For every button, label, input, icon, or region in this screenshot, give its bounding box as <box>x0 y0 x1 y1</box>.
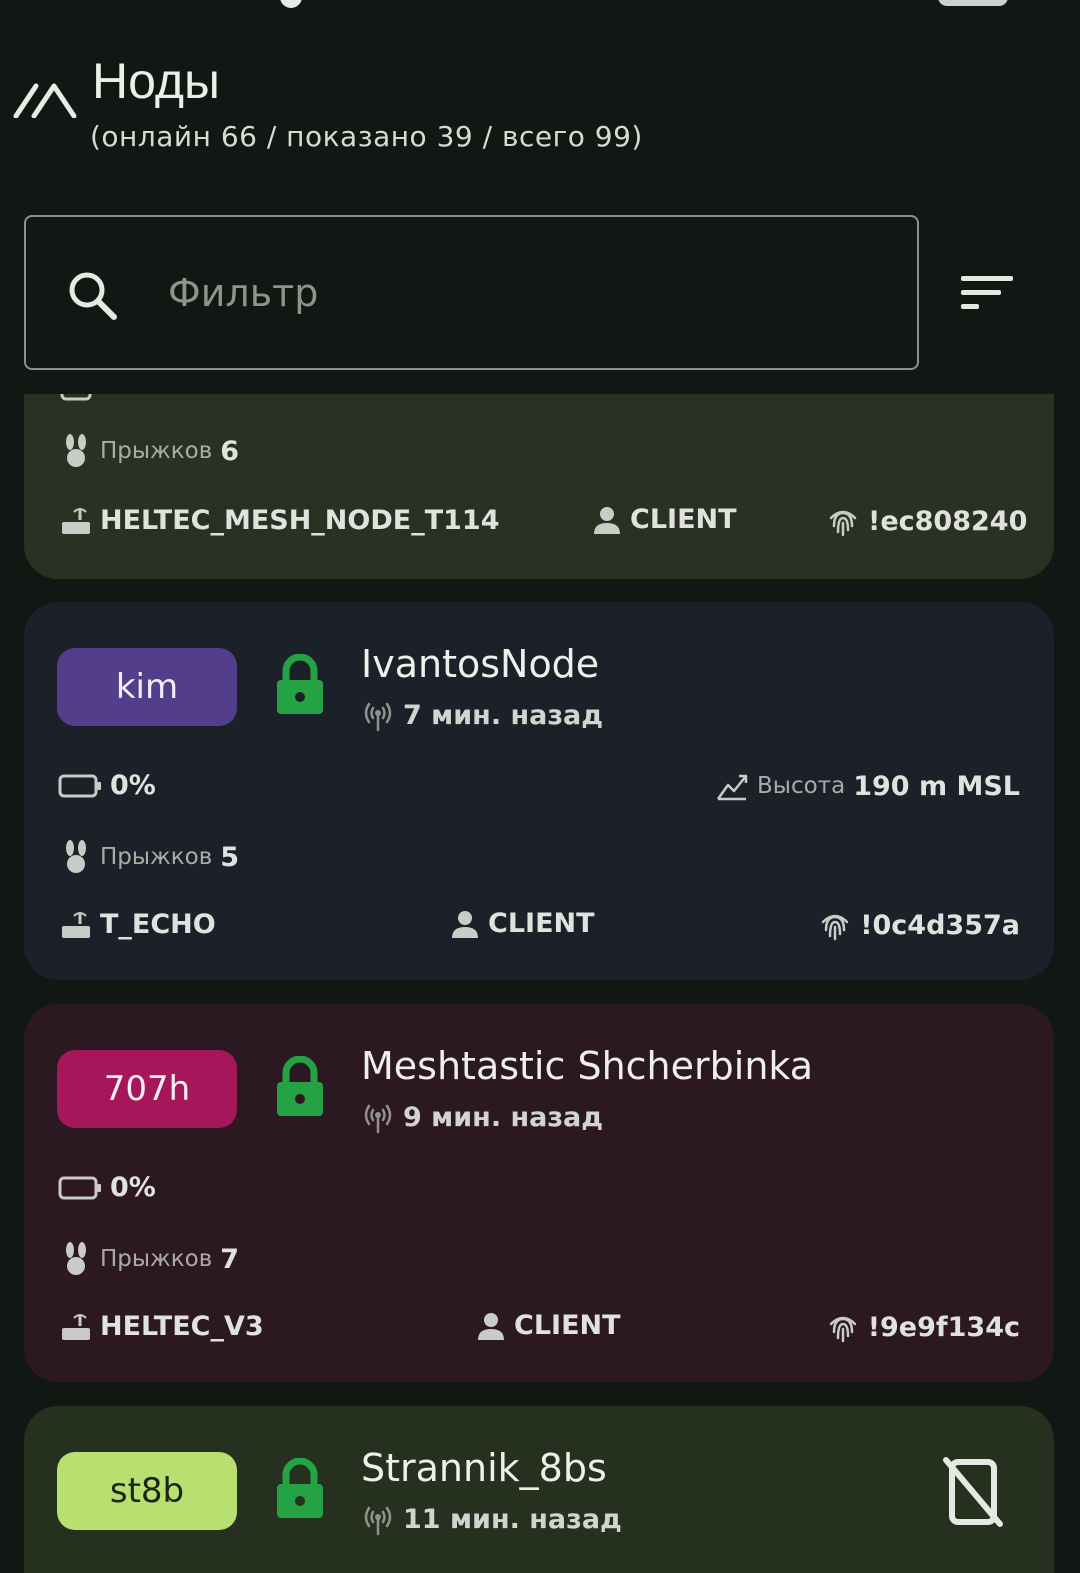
last-heard-text: 11 мин. назад <box>403 1503 622 1535</box>
battery-row <box>60 394 96 402</box>
node-long-name: IvantosNode <box>361 642 600 686</box>
last-heard: 11 мин. назад <box>361 1502 622 1536</box>
filter-input[interactable] <box>168 257 868 329</box>
role-row: CLIENT <box>450 908 595 939</box>
router-icon <box>62 912 90 938</box>
altitude-value: 190 m MSL <box>853 770 1020 802</box>
hardware-row: T_ECHO <box>60 908 216 940</box>
role-row: CLIENT <box>592 504 737 535</box>
lock-icon <box>277 1056 323 1116</box>
node-long-name: Meshtastic Shcherbinka <box>361 1044 814 1088</box>
fingerprint-icon <box>829 1316 856 1343</box>
rabbit-icon <box>66 434 86 467</box>
hops-value: 5 <box>220 841 240 873</box>
hops-label: Прыжков <box>100 844 213 870</box>
node-card[interactable]: st8b Strannik_8bs 11 мин. назад <box>24 1406 1054 1573</box>
person-icon <box>452 910 478 938</box>
battery-status-icon <box>938 0 1008 6</box>
node-long-name: Strannik_8bs <box>361 1446 607 1490</box>
meshtastic-logo-icon <box>13 83 77 118</box>
battery-icon <box>58 1176 101 1199</box>
hops-value: 7 <box>220 1243 240 1275</box>
altitude-label: Высота <box>757 773 846 799</box>
hops-value: 6 <box>220 435 240 467</box>
short-name-chip[interactable]: kim <box>57 648 237 726</box>
node-id: !9e9f134c <box>867 1311 1020 1343</box>
altitude-icon <box>717 774 748 801</box>
battery-value: 0% <box>110 1172 156 1203</box>
hardware-row: HELTEC_MESH_NODE_T114 <box>60 504 500 536</box>
rabbit-icon <box>66 1242 86 1275</box>
hardware-model: T_ECHO <box>100 908 216 940</box>
node-id: !ec808240 <box>868 505 1028 537</box>
role-value: CLIENT <box>514 1310 621 1341</box>
nodes-screen: Ноды (онлайн 66 / показано 39 / всего 99… <box>0 0 1080 1573</box>
node-card[interactable]: 707h Meshtastic Shcherbinka 9 мин. назад <box>24 1004 1054 1382</box>
short-name-chip[interactable]: 707h <box>57 1050 237 1128</box>
page-title: Ноды <box>92 53 220 109</box>
antenna-icon <box>364 702 392 732</box>
hops-row: Прыжков 6 <box>60 434 239 468</box>
short-name-chip[interactable]: st8b <box>57 1452 237 1530</box>
hardware-model: HELTEC_V3 <box>100 1310 264 1342</box>
battery-icon <box>60 394 92 401</box>
id-row: !ec808240 <box>826 504 1027 538</box>
battery-value: 0% <box>110 770 156 801</box>
id-row: !0c4d357a <box>818 908 1020 942</box>
last-heard-text: 9 мин. назад <box>403 1101 604 1133</box>
role-row: CLIENT <box>476 1310 621 1341</box>
header: Ноды (онлайн 66 / показано 39 / всего 99… <box>0 48 1080 168</box>
router-icon <box>62 1314 90 1340</box>
last-heard: 9 мин. назад <box>361 1100 603 1134</box>
role-value: CLIENT <box>488 908 595 939</box>
battery-row: 0% <box>58 1172 156 1203</box>
node-list[interactable]: Прыжков 6 HELTEC_MESH_NODE_T114 CLIENT !… <box>0 394 1080 1573</box>
status-indicator-icon <box>280 0 302 8</box>
last-heard-text: 7 мин. назад <box>403 699 604 731</box>
rabbit-icon <box>66 840 86 873</box>
id-row: !9e9f134c <box>826 1310 1020 1344</box>
node-counts: (онлайн 66 / показано 39 / всего 99) <box>90 120 643 153</box>
hardware-model: HELTEC_MESH_NODE_T114 <box>100 504 500 536</box>
hops-row: Прыжков 7 <box>60 1242 239 1276</box>
hardware-row: HELTEC_V3 <box>60 1310 264 1342</box>
battery-row: 0% <box>58 770 156 801</box>
fingerprint-icon <box>829 510 857 537</box>
last-heard: 7 мин. назад <box>361 698 603 732</box>
sort-icon[interactable] <box>955 270 1019 318</box>
person-icon <box>594 506 620 534</box>
hops-row: Прыжков 5 <box>60 840 239 874</box>
lock-icon <box>277 1458 323 1518</box>
hops-label: Прыжков <box>100 1246 213 1272</box>
no-device-icon <box>943 1457 1003 1527</box>
antenna-icon <box>364 1506 392 1536</box>
node-card[interactable]: Прыжков 6 HELTEC_MESH_NODE_T114 CLIENT !… <box>24 394 1054 579</box>
person-icon <box>478 1312 504 1340</box>
hops-label: Прыжков <box>100 438 213 464</box>
altitude-row: Высота 190 m MSL <box>715 770 1020 802</box>
fingerprint-icon <box>821 914 849 941</box>
node-id: !0c4d357a <box>860 909 1020 941</box>
search-icon <box>69 272 117 320</box>
filter-field[interactable] <box>24 215 919 370</box>
role-value: CLIENT <box>630 504 737 535</box>
battery-icon <box>58 774 101 797</box>
router-icon <box>62 508 90 534</box>
node-card[interactable]: kim IvantosNode 7 мин. назад 0% Высота 1… <box>24 602 1054 980</box>
antenna-icon <box>364 1104 392 1134</box>
status-bar <box>0 0 1080 10</box>
lock-icon <box>277 654 323 714</box>
